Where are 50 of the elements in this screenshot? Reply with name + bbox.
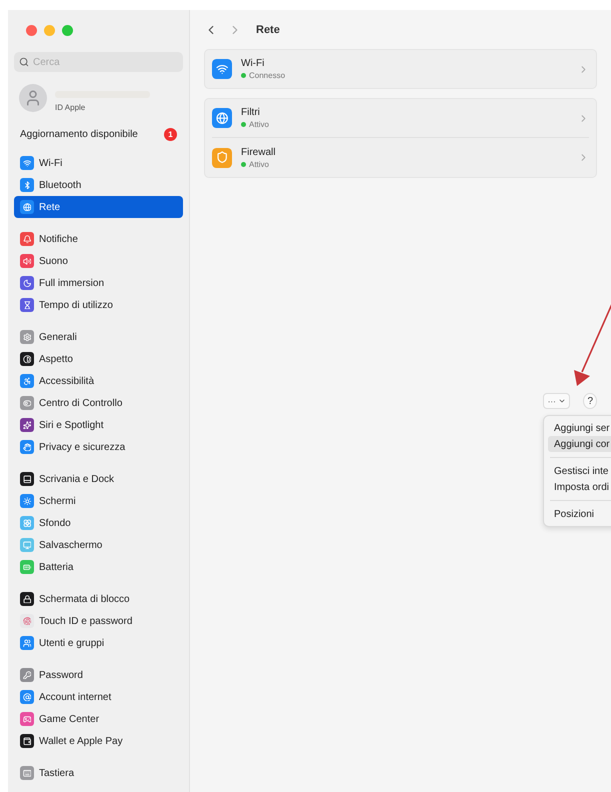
sidebar-item[interactable]: Scrivania e Dock [14,468,183,490]
sidebar-item[interactable]: Centro di Controllo [14,392,183,414]
update-count: 1 [164,128,177,140]
row-title[interactable]: Filtri [241,107,569,118]
sidebar-item[interactable]: Sfondo [14,512,183,534]
account-label: ID Apple [55,103,86,112]
menu-item[interactable]: Aggiungi cor [548,436,611,452]
actions-button[interactable]: ··· [543,393,570,409]
menu-item[interactable]: Gestisci inte [548,463,611,479]
menu-item[interactable]: Aggiungi ser [548,420,611,436]
sidebar-item[interactable]: Generali [14,326,183,348]
row-title[interactable]: Wi-Fi [241,58,569,69]
update-label[interactable]: Aggiornamento disponibile [20,128,138,140]
sidebar-item[interactable]: Game Center [14,708,183,730]
sidebar-item[interactable]: Schermi [14,490,183,512]
help-button[interactable]: ? [583,393,597,409]
page-title: Rete [256,24,280,36]
search-field[interactable]: Cerca [14,52,183,72]
minimize-button[interactable] [44,25,55,36]
status-text: Attivo [249,160,270,168]
sidebar-item[interactable]: Privacy e sicurezza [14,436,183,458]
sidebar-item[interactable]: Tempo di utilizzo [14,294,183,316]
close-button[interactable] [26,25,37,36]
sidebar-item[interactable]: Notifiche [14,228,183,250]
sidebar-item[interactable]: Wallet e Apple Pay [14,730,183,752]
zoom-button[interactable] [62,25,73,36]
caret-icon [558,397,566,405]
sidebar-item[interactable]: Suono [14,250,183,272]
sidebar-item[interactable]: Password [14,664,183,686]
sidebar-item[interactable]: Full immersion [14,272,183,294]
sidebar-item[interactable]: Wi-Fi [14,152,183,174]
sidebar-item[interactable]: Accessibilità [14,370,183,392]
avatar[interactable] [19,84,47,112]
sidebar-item[interactable]: Aspetto [14,348,183,370]
sidebar-item[interactable]: Account internet [14,686,183,708]
sidebar-item[interactable]: Rete [14,196,183,218]
sidebar-item[interactable]: Batteria [14,556,183,578]
menu-item[interactable]: Posizioni [548,506,611,522]
status-text: Attivo [249,120,270,129]
sidebar-item[interactable]: Siri e Spotlight [14,414,183,436]
menu-item[interactable]: Imposta ordi [548,479,611,495]
row-title[interactable]: Firewall [241,146,569,158]
sidebar-item[interactable]: Salvaschermo [14,534,183,556]
status-text: Connesso [249,71,286,80]
sidebar-item[interactable]: Schermata di blocco [14,588,183,610]
sidebar-item[interactable]: Touch ID e password [14,610,183,632]
sidebar-item[interactable]: Bluetooth [14,174,183,196]
search-icon [19,57,29,67]
sidebar-item[interactable]: Utenti e gruppi [14,632,183,654]
sidebar-item[interactable]: Tastiera [14,762,183,784]
